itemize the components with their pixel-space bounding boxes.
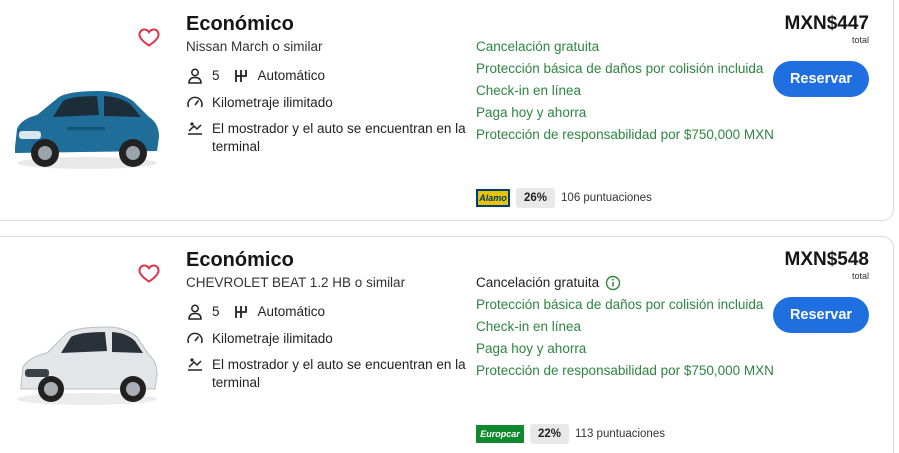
benefit-item: Check-in en línea [476, 83, 582, 98]
car-image [17, 326, 158, 405]
car-category: Económico [186, 249, 294, 271]
benefit-item: Protección de responsabilidad por $750,0… [476, 127, 774, 142]
info-icon[interactable] [605, 275, 621, 291]
benefit-item: Paga hoy y ahorra [476, 341, 587, 356]
passenger-count: 5 [212, 68, 220, 83]
person-icon [188, 304, 202, 320]
pickup-info: El mostrador y el auto se encuentran en … [212, 357, 466, 390]
vendor-rating: Europcar 22% 113 puntuaciones [476, 424, 665, 444]
pickup-row: El mostrador y el auto se encuentran en … [186, 120, 471, 156]
benefit-item: Protección básica de daños por colisión … [476, 297, 764, 312]
transmission-type: Automático [257, 68, 326, 83]
capacity-transmission-row: 5 Automático [186, 67, 325, 85]
price-block: MXN$548 total [785, 249, 870, 281]
reserve-button[interactable]: Reservar [773, 297, 869, 333]
rating-count: 113 puntuaciones [575, 428, 665, 440]
price-block: MXN$447 total [785, 13, 870, 45]
car-model: Nissan March o similar [186, 39, 323, 54]
mileage-policy: Kilometraje ilimitado [212, 331, 333, 346]
price-amount: MXN$447 [784, 13, 870, 34]
vendor-logo: Alamo [476, 189, 510, 207]
passenger-count: 5 [212, 304, 220, 319]
benefit-item: Protección básica de daños por colisión … [476, 61, 764, 76]
benefits-list: Cancelación gratuita Protección básica d… [476, 273, 776, 383]
transmission-type: Automático [257, 304, 326, 319]
reserve-button[interactable]: Reservar [773, 61, 869, 97]
car-image [15, 91, 159, 169]
car-result-card: Económico CHEVROLET BEAT 1.2 HB o simila… [0, 236, 894, 453]
person-icon [188, 68, 202, 84]
benefit-item: Cancelación gratuita [476, 39, 600, 54]
heart-icon[interactable] [137, 25, 161, 49]
mileage-row: Kilometraje ilimitado [186, 94, 333, 112]
speedometer-icon [187, 332, 203, 344]
counter-icon [188, 358, 202, 371]
price-amount: MXN$548 [784, 249, 870, 270]
pickup-row: El mostrador y el auto se encuentran en … [186, 356, 471, 392]
vendor-logo: Europcar [476, 425, 524, 443]
pickup-info: El mostrador y el auto se encuentran en … [212, 121, 466, 154]
transmission-icon [234, 306, 247, 318]
cancellation-label: Cancelación gratuita [476, 275, 600, 290]
mileage-policy: Kilometraje ilimitado [212, 95, 333, 110]
cancellation-policy: Cancelación gratuita [476, 273, 776, 292]
capacity-transmission-row: 5 Automático [186, 303, 325, 321]
benefits-list: Cancelación gratuita Protección básica d… [476, 37, 776, 147]
car-category: Económico [186, 13, 294, 35]
benefit-item: Paga hoy y ahorra [476, 105, 587, 120]
vendor-rating: Alamo 26% 106 puntuaciones [476, 188, 652, 208]
benefit-item: Protección de responsabilidad por $750,0… [476, 363, 774, 378]
car-result-card: Económico Nissan March o similar 5 Autom… [0, 0, 894, 221]
transmission-icon [234, 70, 247, 82]
rating-count: 106 puntuaciones [561, 192, 652, 204]
mileage-row: Kilometraje ilimitado [186, 330, 333, 348]
heart-icon[interactable] [137, 261, 161, 285]
counter-icon [188, 122, 202, 135]
speedometer-icon [187, 96, 203, 108]
price-total-label: total [851, 271, 869, 281]
car-model: CHEVROLET BEAT 1.2 HB o similar [186, 275, 406, 290]
rating-percent: 26% [516, 188, 556, 208]
benefit-item: Check-in en línea [476, 319, 582, 334]
rating-percent: 22% [530, 424, 570, 444]
price-total-label: total [851, 35, 869, 45]
